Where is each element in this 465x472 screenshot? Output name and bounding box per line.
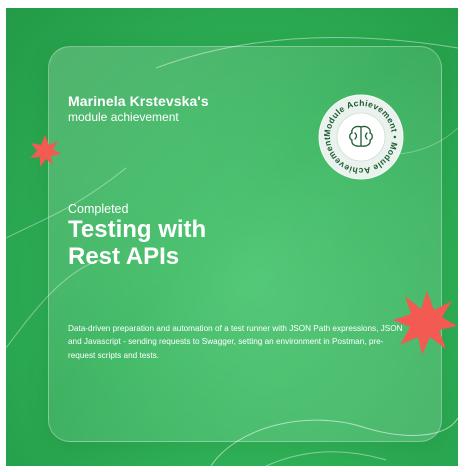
achievement-subtitle: module achievement <box>68 110 179 124</box>
course-description: Data-driven preparation and automation o… <box>68 324 403 360</box>
starburst-small <box>30 135 61 167</box>
course-title-line-1: Testing with <box>68 216 207 243</box>
module-achievement-badge: Module Achievement • Module Achievement … <box>318 94 404 180</box>
status-label: Completed <box>68 202 129 216</box>
course-title-line-2: Rest APIs <box>68 243 180 270</box>
course-title: Testing with Rest APIs <box>68 216 328 270</box>
recipient-name: Marinela Krstevska's <box>68 93 209 109</box>
